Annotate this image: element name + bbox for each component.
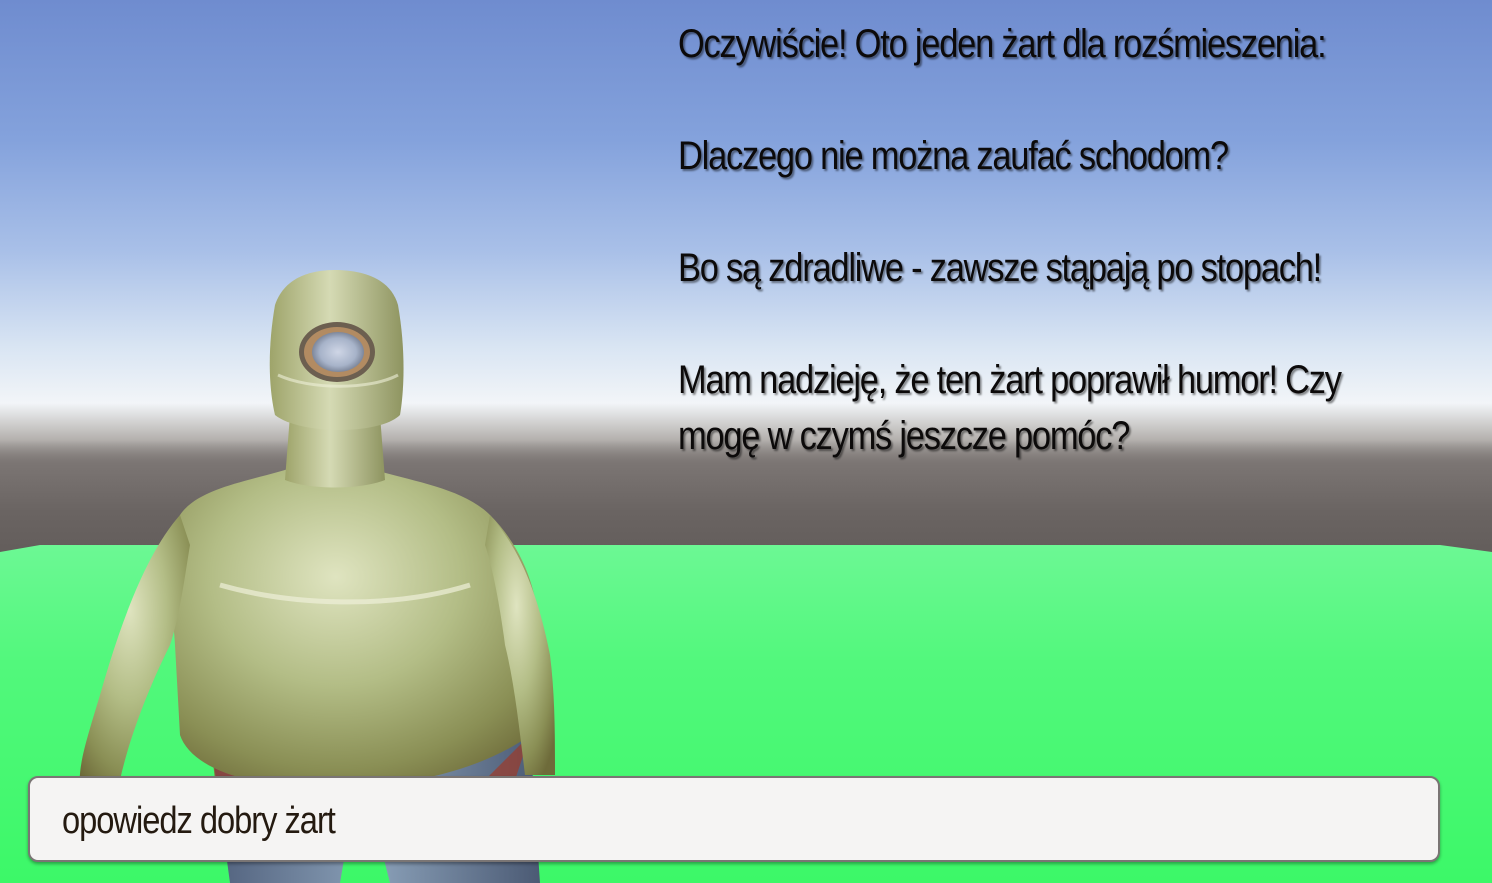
response-line: Mam nadzieję, że ten żart poprawił humor…: [678, 358, 1342, 458]
chat-input-field[interactable]: opowiedz dobry żart: [28, 776, 1440, 862]
chat-input-value[interactable]: opowiedz dobry żart: [62, 798, 336, 844]
ai-response-text: Oczywiście! Oto jeden żart dla rozśmiesz…: [678, 16, 1438, 520]
response-line: Dlaczego nie można zaufać schodom?: [678, 134, 1229, 178]
response-line: Oczywiście! Oto jeden żart dla rozśmiesz…: [678, 22, 1327, 66]
response-line: Bo są zdradliwe - zawsze stąpają po stop…: [678, 246, 1322, 290]
game-viewport: Oczywiście! Oto jeden żart dla rozśmiesz…: [0, 0, 1492, 883]
